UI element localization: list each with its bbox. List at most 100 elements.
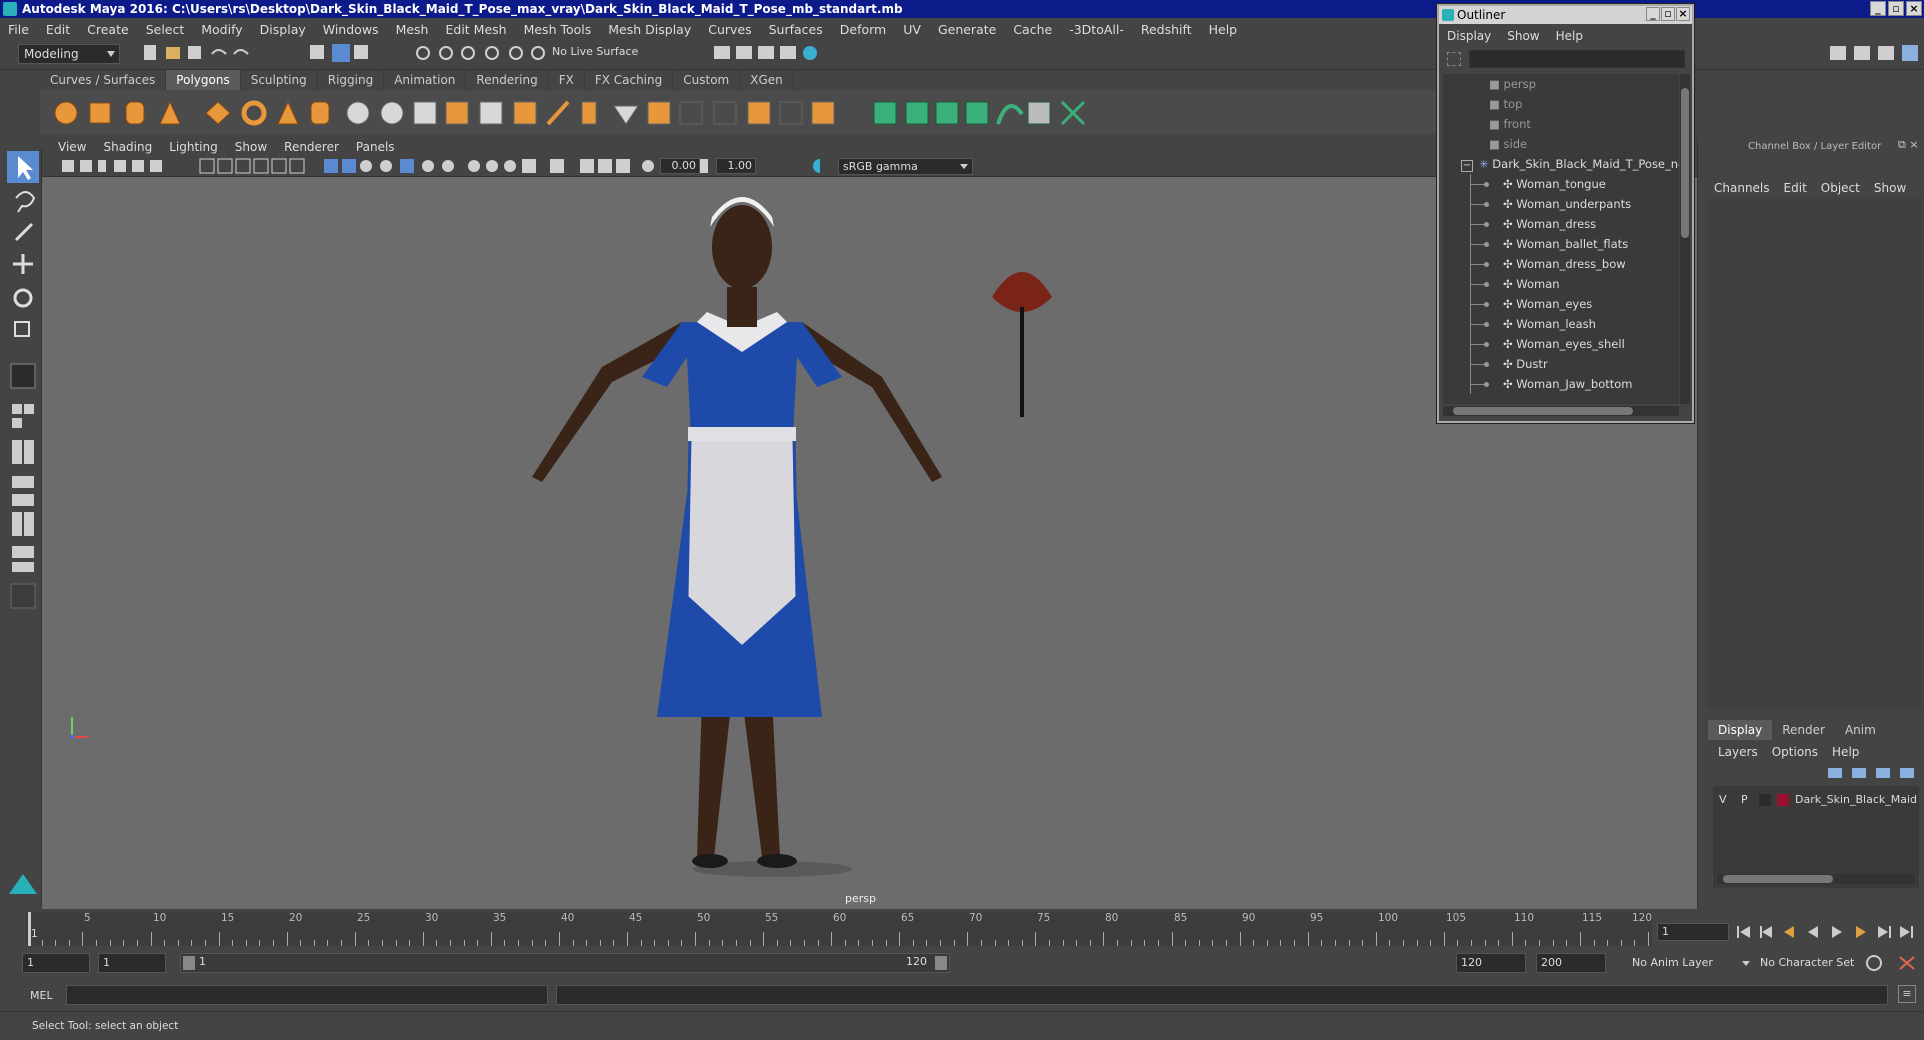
layers-help-menu[interactable]: Help bbox=[1832, 745, 1859, 759]
outliner-item-woman-jaw-bottom[interactable]: ✣ Woman_Jaw_bottom bbox=[1443, 374, 1679, 394]
outliner-search-input[interactable] bbox=[1469, 50, 1685, 68]
outliner-maximize-button[interactable]: ▫ bbox=[1661, 7, 1675, 21]
outliner-item-front[interactable]: ■ front bbox=[1443, 114, 1679, 134]
outliner-menu-display[interactable]: Display bbox=[1447, 29, 1491, 43]
menu-display[interactable]: Display bbox=[260, 22, 306, 37]
viewport-menu-lighting[interactable]: Lighting bbox=[169, 140, 218, 154]
outliner-close-button[interactable]: × bbox=[1676, 7, 1690, 21]
channels-edit-menu[interactable]: Edit bbox=[1784, 181, 1807, 195]
channels-menu[interactable]: Channels bbox=[1714, 181, 1770, 195]
menu-cache[interactable]: Cache bbox=[1013, 22, 1052, 37]
layer-playback-toggle[interactable]: P bbox=[1741, 790, 1748, 810]
panel-float-close-icons[interactable]: ⧉ × bbox=[1898, 138, 1919, 152]
menu-help[interactable]: Help bbox=[1209, 22, 1238, 37]
range-slider-bar[interactable]: 1 120 bbox=[180, 953, 950, 973]
live-surface-field[interactable]: No Live Surface bbox=[552, 43, 652, 61]
playback-start-field[interactable]: 1 bbox=[98, 953, 166, 973]
menu-mesh-display[interactable]: Mesh Display bbox=[608, 22, 691, 37]
outliner-item-woman-tongue[interactable]: ✣ Woman_tongue bbox=[1443, 174, 1679, 194]
shelf-tab-custom[interactable]: Custom bbox=[673, 70, 741, 90]
viewport-menu-shading[interactable]: Shading bbox=[103, 140, 152, 154]
outliner-item-woman-eyes-shell[interactable]: ✣ Woman_eyes_shell bbox=[1443, 334, 1679, 354]
outliner-item-woman[interactable]: ✣ Woman bbox=[1443, 274, 1679, 294]
character-set-dropdown[interactable]: No Character Set bbox=[1756, 953, 1868, 973]
outliner-item-side[interactable]: ■ side bbox=[1443, 134, 1679, 154]
outliner-item-dustr[interactable]: ✣ Dustr bbox=[1443, 354, 1679, 374]
shelf-tab-fx[interactable]: FX bbox=[549, 70, 585, 90]
outliner-menu-show[interactable]: Show bbox=[1507, 29, 1539, 43]
layer-name[interactable]: Dark_Skin_Black_Maid bbox=[1795, 790, 1917, 810]
menu-mesh[interactable]: Mesh bbox=[396, 22, 429, 37]
current-frame-field[interactable]: 1 bbox=[1657, 923, 1729, 941]
outliner-item-root[interactable]: − ✳ Dark_Skin_Black_Maid_T_Pose_nc bbox=[1443, 154, 1679, 174]
layers-options-menu[interactable]: Options bbox=[1772, 745, 1818, 759]
menu-edit-mesh[interactable]: Edit Mesh bbox=[445, 22, 506, 37]
command-language-toggle[interactable]: MEL bbox=[30, 989, 53, 1002]
animation-end-field[interactable]: 200 bbox=[1536, 953, 1606, 973]
exposure-field[interactable]: 0.00 bbox=[660, 158, 700, 174]
animation-start-field[interactable]: 1 bbox=[22, 953, 90, 973]
gamma-field[interactable]: 1.00 bbox=[716, 158, 756, 174]
color-space-dropdown[interactable]: sRGB gamma bbox=[838, 158, 973, 175]
shelf-tab-polygons[interactable]: Polygons bbox=[166, 70, 241, 90]
outliner-item-woman-dress[interactable]: ✣ Woman_dress bbox=[1443, 214, 1679, 234]
shelf-tab-rigging[interactable]: Rigging bbox=[318, 70, 385, 90]
shelf-tab-rendering[interactable]: Rendering bbox=[466, 70, 549, 90]
menu-file[interactable]: File bbox=[8, 22, 29, 37]
viewport-menu-show[interactable]: Show bbox=[235, 140, 267, 154]
shelf-tab-sculpting[interactable]: Sculpting bbox=[241, 70, 318, 90]
outliner-item-top[interactable]: ■ top bbox=[1443, 94, 1679, 114]
close-button[interactable]: × bbox=[1906, 1, 1922, 16]
outliner-item-woman-underpants[interactable]: ✣ Woman_underpants bbox=[1443, 194, 1679, 214]
menu-uv[interactable]: UV bbox=[903, 22, 921, 37]
layer-tab-render[interactable]: Render bbox=[1772, 720, 1835, 740]
anim-layer-dropdown[interactable]: No Anim Layer bbox=[1624, 953, 1752, 973]
menu-edit[interactable]: Edit bbox=[46, 22, 70, 37]
layer-list-scrollbar[interactable] bbox=[1717, 874, 1915, 884]
outliner-minimize-button[interactable]: _ bbox=[1646, 7, 1660, 21]
current-time-marker[interactable] bbox=[28, 912, 31, 946]
menu-deform[interactable]: Deform bbox=[840, 22, 886, 37]
layer-tab-display[interactable]: Display bbox=[1708, 720, 1773, 740]
collapse-icon[interactable]: − bbox=[1461, 160, 1473, 172]
channels-show-menu[interactable]: Show bbox=[1874, 181, 1906, 195]
menu-create[interactable]: Create bbox=[87, 22, 129, 37]
maximize-button[interactable]: ▫ bbox=[1888, 1, 1904, 16]
menu-3dtoall[interactable]: -3DtoAll- bbox=[1069, 22, 1124, 37]
minimize-button[interactable]: _ bbox=[1870, 1, 1886, 16]
shelf-tab-fx-caching[interactable]: FX Caching bbox=[585, 70, 674, 90]
time-ruler[interactable]: 5 10 15 20 25 30 35 40 45 50 55 60 65 70 75 80 85 90 95 100… bbox=[26, 912, 1652, 946]
layer-tab-anim[interactable]: Anim bbox=[1835, 720, 1886, 740]
script-editor-icon[interactable]: ≡ bbox=[1898, 985, 1916, 1003]
menu-curves[interactable]: Curves bbox=[708, 22, 751, 37]
layer-visibility-toggle[interactable]: V bbox=[1719, 790, 1727, 810]
outliner-item-persp[interactable]: ■ persp bbox=[1443, 74, 1679, 94]
outliner-item-woman-dress-bow[interactable]: ✣ Woman_dress_bow bbox=[1443, 254, 1679, 274]
channels-object-menu[interactable]: Object bbox=[1821, 181, 1860, 195]
menu-windows[interactable]: Windows bbox=[323, 22, 379, 37]
layer-color-swatch[interactable] bbox=[1777, 794, 1789, 806]
shelf-tab-curves-surfaces[interactable]: Curves / Surfaces bbox=[40, 70, 167, 90]
outliner-item-woman-eyes[interactable]: ✣ Woman_eyes bbox=[1443, 294, 1679, 314]
outliner-item-woman-ballet-flats[interactable]: ✣ Woman_ballet_flats bbox=[1443, 234, 1679, 254]
outliner-filter-icon[interactable] bbox=[1447, 52, 1461, 66]
viewport-menu-panels[interactable]: Panels bbox=[356, 140, 395, 154]
shelf-tab-xgen[interactable]: XGen bbox=[740, 70, 794, 90]
layer-row[interactable]: V P Dark_Skin_Black_Maid bbox=[1713, 790, 1919, 810]
range-end-handle[interactable] bbox=[935, 956, 947, 970]
command-input[interactable] bbox=[66, 985, 548, 1005]
menu-generate[interactable]: Generate bbox=[938, 22, 996, 37]
menu-surfaces[interactable]: Surfaces bbox=[769, 22, 823, 37]
viewport-menu-view[interactable]: View bbox=[58, 140, 86, 154]
range-start-handle[interactable] bbox=[183, 956, 195, 970]
outliner-horizontal-scrollbar[interactable] bbox=[1443, 406, 1679, 416]
shelf-tab-animation[interactable]: Animation bbox=[384, 70, 467, 90]
menu-select[interactable]: Select bbox=[146, 22, 185, 37]
menu-mesh-tools[interactable]: Mesh Tools bbox=[524, 22, 592, 37]
viewport-menu-renderer[interactable]: Renderer bbox=[284, 140, 339, 154]
outliner-menu-help[interactable]: Help bbox=[1556, 29, 1583, 43]
layer-type-toggle[interactable] bbox=[1759, 794, 1771, 806]
outliner-vertical-scrollbar[interactable] bbox=[1680, 74, 1690, 404]
layers-menu[interactable]: Layers bbox=[1718, 745, 1758, 759]
menu-modify[interactable]: Modify bbox=[201, 22, 242, 37]
